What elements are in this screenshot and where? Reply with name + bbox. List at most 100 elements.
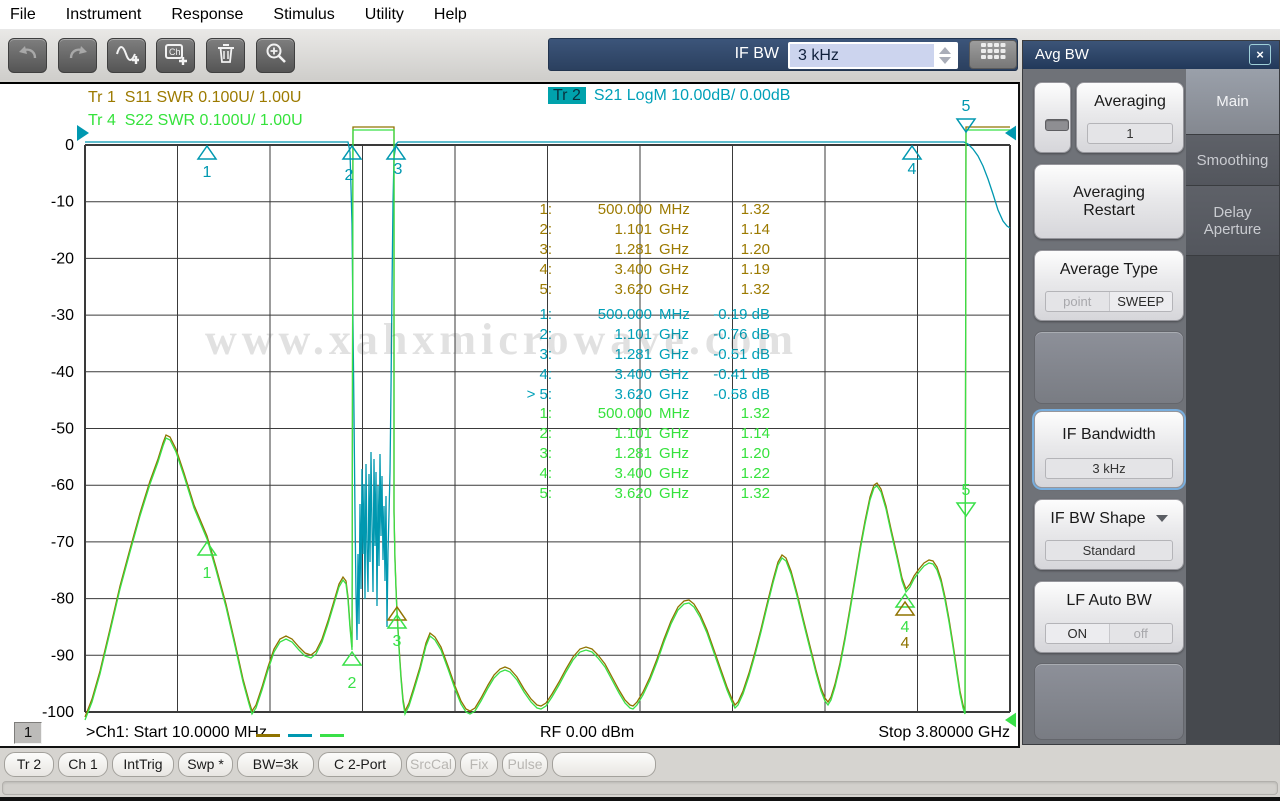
status-button[interactable]: SrcCal [406, 752, 456, 777]
panel-tab[interactable]: Smoothing [1186, 135, 1279, 186]
status-button[interactable]: Fix [460, 752, 498, 777]
marker-table-tr4: 1:500.000MHz1.32 2:1.101GHz1.14 3:1.281G… [494, 404, 770, 504]
legend-dash-tr2 [288, 734, 312, 737]
average-type-button[interactable]: Average Type point SWEEP [1034, 250, 1184, 321]
add-channel-icon: Ch [164, 41, 188, 70]
status-button[interactable]: C 2-Port [318, 752, 402, 777]
add-channel-button[interactable]: Ch [156, 38, 195, 73]
average-type-segment[interactable]: point SWEEP [1045, 291, 1173, 312]
svg-text:-30: -30 [51, 307, 74, 324]
status-button[interactable]: IntTrig [112, 752, 174, 777]
averaging-value: 1 [1087, 123, 1173, 144]
rf-power-text: RF 0.00 dBm [540, 724, 634, 744]
trace-label-tr2[interactable]: Tr 2 S21 LogM 10.00dB/ 0.00dB [548, 87, 790, 105]
spinner-up-icon[interactable] [939, 47, 951, 54]
marker-table-tr1: 1:500.000MHz1.32 2:1.101GHz1.14 3:1.281G… [494, 200, 770, 300]
marker-row: 4:3.400GHz1.22 [494, 464, 770, 484]
add-trace-button[interactable] [107, 38, 146, 73]
toggle-indicator [1045, 119, 1069, 131]
button-label: Averaging Restart [1054, 184, 1164, 220]
status-message-strip [2, 781, 1278, 795]
marker-row: 4:3.400GHz1.19 [494, 260, 770, 280]
keypad-icon [980, 42, 1006, 67]
keypad-button[interactable] [969, 40, 1017, 69]
svg-text:-70: -70 [51, 534, 74, 551]
status-button[interactable]: Ch 1 [58, 752, 108, 777]
trace-meas: S22 SWR 0.100U/ 1.00U [125, 112, 303, 129]
menu-item[interactable]: Utility [350, 0, 419, 30]
legend-dash-tr4 [320, 734, 344, 737]
menu-item[interactable]: Instrument [51, 0, 157, 30]
status-button[interactable] [552, 752, 656, 777]
ifbw-shape-button[interactable]: IF BW Shape Standard [1034, 499, 1184, 570]
status-button[interactable]: BW=3k [237, 752, 314, 777]
panel-close-button[interactable]: × [1249, 44, 1271, 65]
menu-item[interactable]: Help [419, 0, 482, 30]
marker-row: 2:1.101GHz-0.76 dB [494, 325, 770, 345]
trace-meas: S21 LogM 10.00dB/ 0.00dB [594, 87, 791, 104]
button-label: IF Bandwidth [1035, 426, 1183, 444]
button-label: Average Type [1035, 261, 1183, 279]
ifbw-input[interactable]: 3 kHz [788, 42, 958, 69]
marker-row: 3:1.281GHz-0.51 dB [494, 345, 770, 365]
start-frequency-text: >Ch1: Start 10.0000 MHz [86, 724, 267, 744]
status-button[interactable]: Swp * [178, 752, 233, 777]
redo-button[interactable] [58, 38, 97, 73]
averaging-button[interactable]: Averaging 1 [1076, 82, 1184, 153]
svg-text:-10: -10 [51, 194, 74, 211]
status-button[interactable]: Pulse [502, 752, 548, 777]
button-label: IF BW Shape [1035, 510, 1183, 528]
marker-row: 5:3.620GHz1.32 [494, 280, 770, 300]
window-edge [0, 797, 1280, 801]
ifbw-shape-value: Standard [1045, 540, 1173, 561]
svg-text:0: 0 [65, 137, 74, 154]
trace-label-tr4[interactable]: Tr 4 S22 SWR 0.100U/ 1.00U [88, 112, 303, 130]
undo-button[interactable] [8, 38, 47, 73]
status-button[interactable]: Tr 2 [4, 752, 54, 777]
option-on[interactable]: ON [1046, 624, 1110, 643]
if-bandwidth-button[interactable]: IF Bandwidth 3 kHz [1034, 411, 1184, 488]
svg-text:4: 4 [901, 635, 910, 652]
trace-label-tr1[interactable]: Tr 1 S11 SWR 0.100U/ 1.00U [88, 89, 301, 107]
panel-tab[interactable]: Delay Aperture [1186, 186, 1279, 256]
svg-text:3: 3 [394, 161, 403, 178]
undo-icon [16, 41, 40, 70]
channel-badge[interactable]: 1 [14, 722, 42, 744]
svg-text:-50: -50 [51, 421, 74, 438]
spinner-down-icon[interactable] [939, 57, 951, 64]
menu-bar: FileInstrumentResponseStimulusUtilityHel… [0, 0, 1280, 30]
ifbw-spinner[interactable] [934, 44, 956, 67]
marker-row: > 5:3.620GHz-0.58 dB [494, 385, 770, 405]
averaging-toggle-button[interactable] [1034, 82, 1071, 153]
trace-meas: S11 SWR 0.100U/ 1.00U [125, 89, 302, 106]
lf-auto-bw-segment[interactable]: ON off [1045, 623, 1173, 644]
panel-title: Avg BW [1023, 41, 1279, 69]
menu-item[interactable]: Stimulus [258, 0, 349, 30]
button-label: Averaging [1077, 93, 1183, 111]
marker-row: 3:1.281GHz1.20 [494, 444, 770, 464]
marker-row: 2:1.101GHz1.14 [494, 424, 770, 444]
svg-text:-60: -60 [51, 477, 74, 494]
svg-text:-80: -80 [51, 591, 74, 608]
option-point[interactable]: point [1046, 292, 1110, 311]
active-trace-badge: Tr 2 [548, 87, 586, 104]
option-sweep[interactable]: SWEEP [1110, 292, 1173, 311]
panel-tab[interactable]: Main [1186, 69, 1279, 135]
svg-text:3: 3 [393, 633, 402, 650]
option-off[interactable]: off [1110, 624, 1173, 643]
blank-softkey-1 [1034, 331, 1184, 404]
legend-dash-tr1 [256, 734, 280, 737]
menu-item[interactable]: File [0, 0, 51, 30]
svg-text:Ch: Ch [169, 47, 181, 57]
delete-button[interactable] [206, 38, 245, 73]
chart-panel: 0-10-20-30-40-50-60-70-80-90-10012345123… [0, 82, 1020, 748]
dropdown-arrow-icon [1156, 515, 1168, 522]
marker-row: 1:500.000MHz1.32 [494, 404, 770, 424]
lf-auto-bw-button[interactable]: LF Auto BW ON off [1034, 581, 1184, 653]
zoom-in-icon [264, 41, 288, 70]
blank-softkey-2 [1034, 663, 1184, 740]
zoom-button[interactable] [256, 38, 295, 73]
marker-row: 3:1.281GHz1.20 [494, 240, 770, 260]
averaging-restart-button[interactable]: Averaging Restart [1034, 164, 1184, 239]
menu-item[interactable]: Response [156, 0, 258, 30]
